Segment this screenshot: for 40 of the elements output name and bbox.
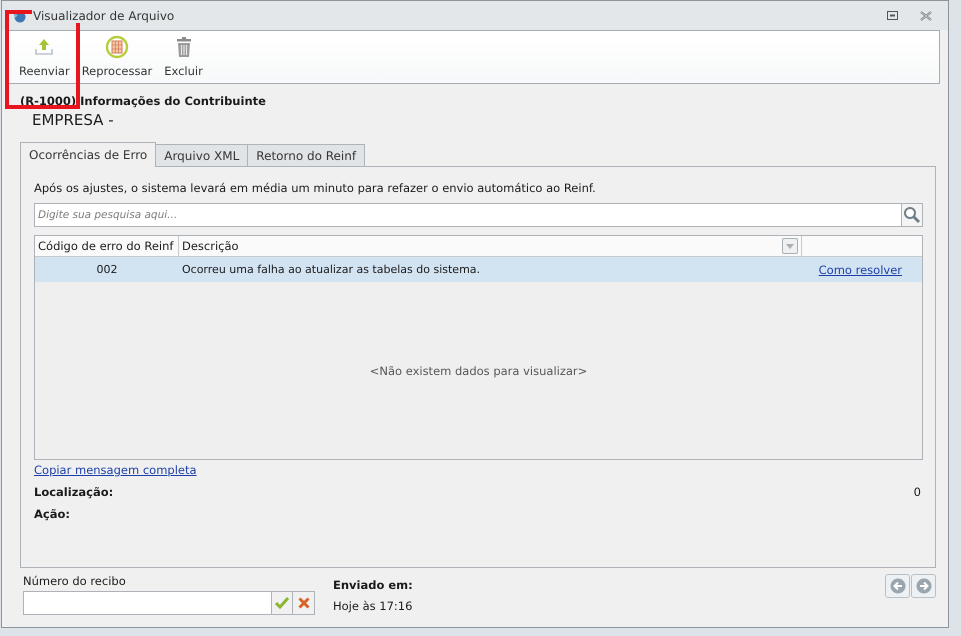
tab[interactable]: Retorno do Reinf — [247, 144, 366, 166]
cross-icon — [298, 597, 310, 609]
cancel-button[interactable] — [293, 591, 315, 615]
toolbar-button[interactable]: Reprocessar — [76, 34, 158, 80]
next-button[interactable] — [911, 574, 936, 598]
info-text: Após os ajustes, o sistema levará em média um minuto para refazer o envio automático ao Reinf. — [34, 181, 597, 195]
record-title: Informações do Contribuinte — [80, 94, 266, 108]
tab[interactable]: Ocorrências de Erro — [20, 142, 156, 167]
empty-message: <Não existem dados para visualizar> — [370, 364, 588, 378]
column-title: Código de erro do Reinf — [38, 239, 174, 253]
detail-label: Localização: — [34, 485, 114, 499]
detail-label: Ação: — [34, 507, 70, 521]
search-field[interactable]: Digite sua pesquisa aqui... — [34, 203, 901, 227]
column-header[interactable]: Descrição — [179, 236, 802, 256]
how-to-fix-link[interactable]: Como resolver — [818, 262, 902, 276]
company-name: EMPRESA - — [32, 111, 115, 129]
table-cell-text: Ocorreu uma falha ao atualizar as tabelas do sistema. — [181, 263, 482, 276]
receipt-field[interactable] — [23, 591, 271, 615]
table-row[interactable]: 002 Ocorreu uma falha ao atualizar as tabelas do sistema. Como resolver — [35, 257, 922, 282]
check-icon — [275, 597, 289, 609]
refresh-grid-icon — [104, 36, 129, 58]
detail-value: 0 — [914, 485, 921, 499]
tab[interactable]: Arquivo XML — [155, 144, 248, 166]
previous-button[interactable] — [885, 574, 910, 598]
toolbar-button[interactable]: Excluir — [158, 34, 209, 80]
sent-value: Hoje às 17:16 — [333, 599, 413, 613]
toolbar-button[interactable]: Reenviar — [13, 34, 76, 80]
sent-label: Enviado em: — [333, 578, 413, 592]
window-title: Visualizador de Arquivo — [32, 8, 176, 22]
record-code: (R-1000) — [20, 94, 76, 108]
dropdown-icon[interactable] — [782, 238, 798, 254]
search-icon[interactable] — [901, 203, 923, 227]
column-title: Descrição — [182, 239, 239, 253]
restore-icon — [887, 11, 898, 20]
field-label: Número do recibo — [23, 574, 127, 588]
column-header[interactable]: Código de erro do Reinf — [35, 236, 179, 256]
close-icon — [920, 10, 932, 20]
copy-message-link[interactable]: Copiar mensagem completa — [34, 463, 197, 477]
confirm-button[interactable] — [271, 591, 293, 615]
table-cell-text: 002 — [96, 263, 118, 276]
